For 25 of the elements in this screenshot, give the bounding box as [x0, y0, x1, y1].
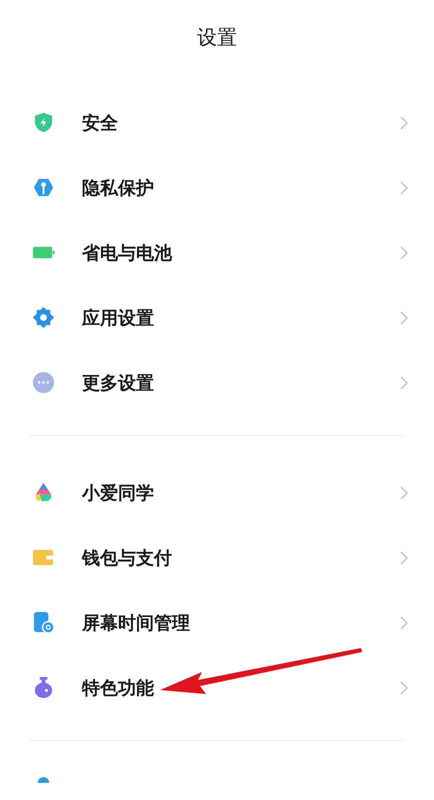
page-title: 设置 [196, 24, 238, 51]
menu-item-label[interactable]: 省电与电池 [82, 240, 400, 264]
chevron-icon [400, 310, 408, 324]
menu-item-label[interactable]: 钱包与支付 [82, 546, 400, 570]
chevron-icon [400, 180, 408, 194]
gear-icon [32, 306, 55, 329]
chevron-icon [400, 550, 408, 564]
chevron-icon [400, 486, 408, 500]
menu-item-label[interactable]: 屏幕时间管理 [82, 610, 400, 634]
menu-item-label[interactable]: 应用设置 [82, 306, 400, 330]
more-icon [32, 371, 55, 394]
chevron-icon [400, 680, 408, 694]
chevron-icon [400, 616, 408, 630]
menu-item-label[interactable]: 小爱同学 [82, 480, 400, 504]
hexagon-icon [32, 176, 55, 199]
flask-icon [32, 676, 55, 699]
menu-item-label[interactable]: 隐私保护 [82, 176, 400, 200]
menu-item-label[interactable]: 安全 [82, 110, 400, 134]
shield-icon [32, 111, 55, 134]
menu-item-label[interactable]: 特色功能 [82, 676, 400, 700]
chevron-icon [400, 116, 408, 130]
chevron-icon [400, 376, 408, 390]
timer-icon [32, 611, 55, 634]
menu-item-label[interactable]: 更多设置 [82, 370, 400, 394]
chevron-icon [400, 246, 408, 260]
